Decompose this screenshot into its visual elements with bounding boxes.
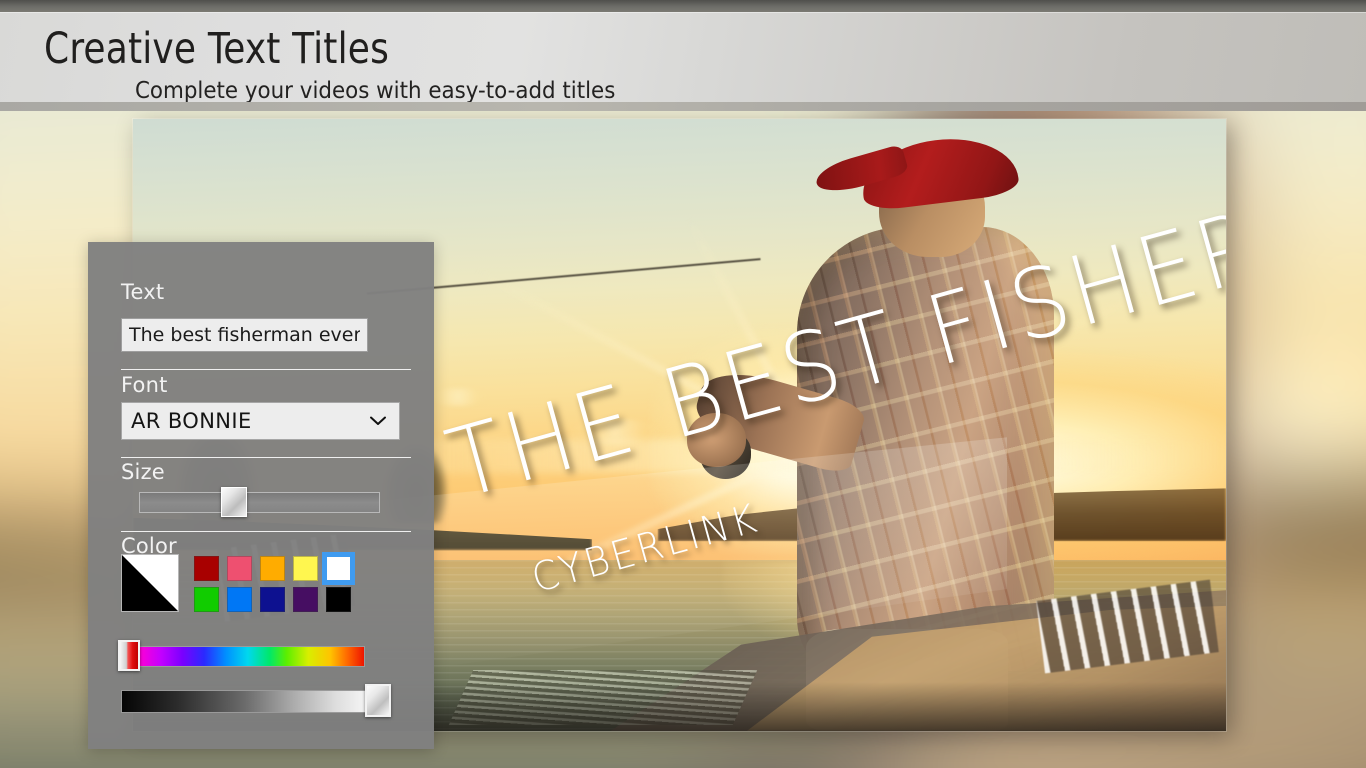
header-banner: Creative Text Titles Complete your video… — [0, 12, 1366, 104]
size-slider-thumb[interactable] — [221, 487, 247, 517]
section-divider — [121, 457, 411, 458]
title-text-input[interactable] — [121, 318, 368, 352]
page-title: Creative Text Titles — [44, 24, 390, 74]
swatch-black-white-gradient[interactable] — [121, 554, 179, 612]
size-section-label: Size — [121, 460, 165, 484]
text-section-label: Text — [121, 280, 165, 304]
color-swatch-yellow[interactable] — [293, 556, 318, 581]
page-subtitle: Complete your videos with easy-to-add ti… — [135, 78, 616, 104]
font-section-label: Font — [121, 373, 168, 397]
brightness-slider-thumb[interactable] — [365, 684, 391, 717]
hue-slider-track[interactable] — [121, 646, 365, 667]
hue-slider-thumb[interactable] — [118, 640, 140, 671]
color-swatch-white[interactable] — [322, 552, 355, 585]
app-root: Creative Text Titles Complete your video… — [0, 0, 1366, 768]
color-swatch-navy[interactable] — [260, 587, 285, 612]
section-divider — [121, 369, 411, 370]
font-select[interactable]: AR BONNIE — [121, 402, 400, 440]
title-editor-panel: Text Font AR BONNIE Size Color — [88, 242, 434, 749]
color-swatch-pink[interactable] — [227, 556, 252, 581]
color-swatch-blue[interactable] — [227, 587, 252, 612]
section-divider — [121, 531, 411, 532]
color-swatch-purple[interactable] — [293, 587, 318, 612]
header-divider — [0, 102, 1366, 111]
color-swatch-dark-red[interactable] — [194, 556, 219, 581]
font-select-value: AR BONNIE — [131, 409, 252, 433]
color-swatch-green[interactable] — [194, 587, 219, 612]
brightness-slider-track[interactable] — [121, 690, 377, 713]
chevron-down-icon — [370, 416, 386, 426]
fisherman-hand — [686, 413, 747, 468]
color-swatch-black[interactable] — [326, 587, 351, 612]
size-slider-track[interactable] — [139, 492, 380, 513]
color-swatch-orange[interactable] — [260, 556, 285, 581]
window-top-strip — [0, 0, 1366, 12]
